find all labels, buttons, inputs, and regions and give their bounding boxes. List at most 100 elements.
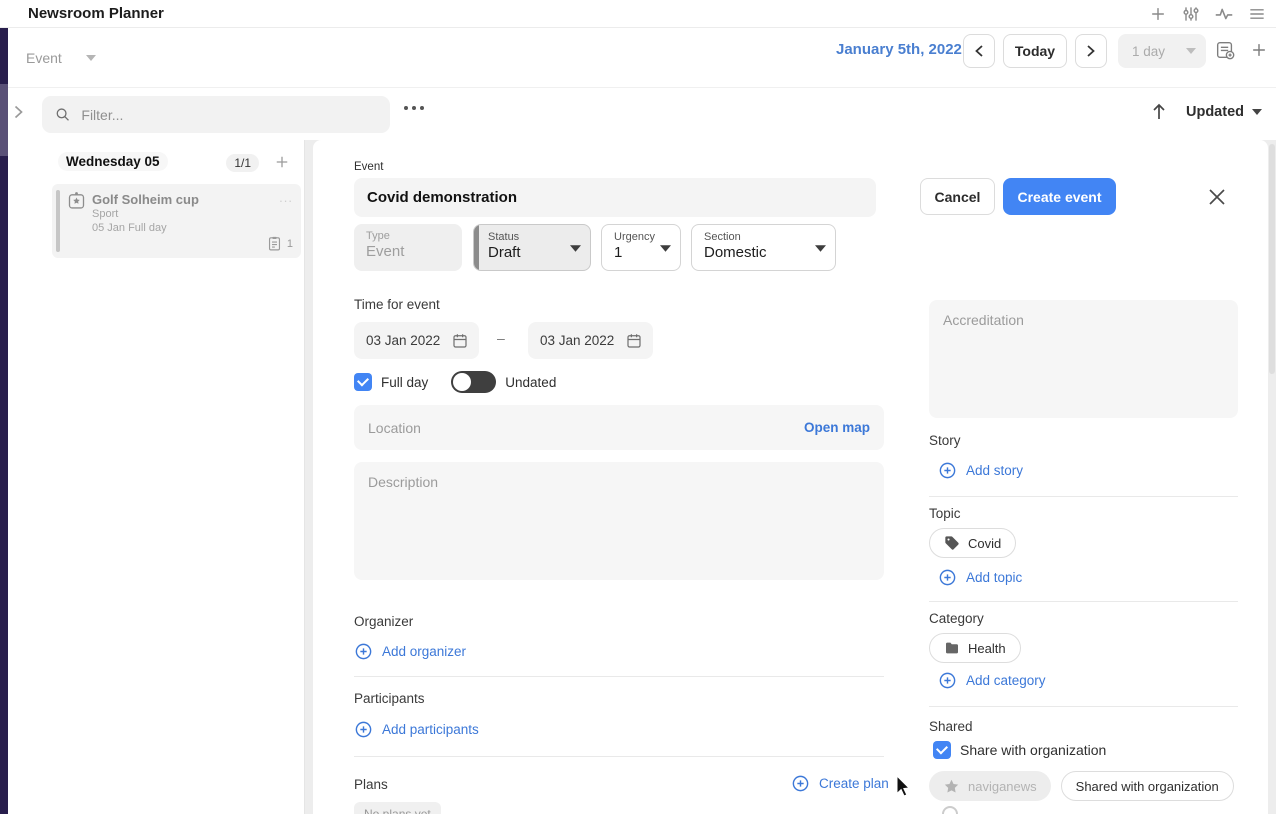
filters-sliders-icon[interactable] [1180,3,1202,25]
add-organizer-label: Add organizer [382,644,466,659]
add-story-link[interactable]: Add story [938,461,1023,480]
add-to-day-icon[interactable] [273,153,291,171]
description-textarea[interactable] [354,462,884,580]
section-select[interactable]: Section Domestic [691,224,836,271]
event-card-category: Sport [92,208,118,220]
circle-plus-icon [938,568,957,587]
expand-sidebar-icon[interactable] [14,105,23,119]
calendar-icon [451,332,469,350]
share-org-checkbox[interactable] [933,741,951,759]
shared-status-badge: Shared with organization [1061,771,1234,801]
open-map-link[interactable]: Open map [804,420,870,435]
start-date-value: 03 Jan 2022 [366,333,440,348]
current-date[interactable]: January 5th, 2022 [836,41,962,58]
create-plan-link[interactable]: Create plan [791,774,889,793]
add-participants-link[interactable]: Add participants [354,720,479,739]
topic-chip[interactable]: Covid [929,528,1016,558]
start-date-input[interactable]: 03 Jan 2022 [354,322,479,359]
filter-search-box[interactable] [42,96,390,133]
circle-plus-icon [938,461,957,480]
chevron-left-icon [975,45,983,57]
chevron-down-icon [86,55,96,61]
end-date-input[interactable]: 03 Jan 2022 [528,322,653,359]
content-area: Wednesday 05 1/1 Golf Solheim cup Sport … [8,140,1276,814]
top-bar: Newsroom Planner [0,0,1276,28]
add-category-label: Add category [966,673,1046,688]
category-chip-label: Health [968,641,1006,656]
app-title: Newsroom Planner [28,5,164,22]
circle-plus-icon [938,671,957,690]
create-event-button[interactable]: Create event [1003,178,1116,215]
add-organizer-link[interactable]: Add organizer [354,642,466,661]
no-plans-label: No plans yet [354,802,441,814]
star-icon [943,778,960,795]
chevron-down-icon [815,245,826,252]
add-story-label: Add story [966,463,1023,478]
end-date-value: 03 Jan 2022 [540,333,614,348]
event-star-icon [66,190,87,211]
page-scrollbar-thumb[interactable] [1269,144,1275,374]
location-input[interactable] [368,420,804,436]
activity-icon[interactable] [1213,3,1235,25]
event-title-input[interactable] [354,178,876,217]
filter-bar: Updated [8,89,1276,140]
event-card-menu-icon[interactable]: ... [279,190,293,205]
sort-by-select[interactable]: Updated [1186,104,1262,120]
form-type-label: Event [354,161,383,173]
full-day-checkbox[interactable] [354,373,372,391]
view-type-select[interactable]: Event [26,42,96,74]
event-card-accent [56,190,60,252]
sort-direction-icon[interactable] [1148,101,1170,123]
status-select-value: Draft [488,244,580,261]
plans-heading: Plans [354,777,388,792]
chevron-down-icon [570,245,581,252]
status-select[interactable]: Status Draft [473,224,591,271]
topic-heading: Topic [929,506,961,521]
prev-day-button[interactable] [963,34,995,68]
calendar-toolbar: Event January 5th, 2022 Today 1 day [8,28,1276,88]
add-event-icon[interactable] [1248,39,1270,61]
left-rail[interactable] [0,28,8,814]
sort-by-value: Updated [1186,104,1244,120]
add-icon[interactable] [1147,3,1169,25]
tag-icon [944,535,960,551]
event-card[interactable]: Golf Solheim cup Sport 05 Jan Full day .… [52,184,301,258]
type-select-value: Event [366,243,452,260]
section-select-value: Domestic [704,244,825,261]
page-scrollbar[interactable] [1268,140,1276,814]
mouse-cursor [896,775,914,797]
more-options-icon[interactable] [402,104,426,112]
cut-off-avatar [942,806,958,814]
share-org-label: Share with organization [960,742,1106,758]
range-select[interactable]: 1 day [1118,34,1206,68]
search-icon [54,105,71,124]
category-chip[interactable]: Health [929,633,1021,663]
add-topic-link[interactable]: Add topic [938,568,1022,587]
location-field[interactable]: Open map [354,405,884,450]
left-rail-thumb[interactable] [0,84,8,156]
plan-count: 1 [287,238,293,250]
event-form-panel: Event Cancel Create event Type Event Sta… [313,140,1268,814]
participants-heading: Participants [354,691,425,706]
chevron-down-icon [660,245,671,252]
undated-toggle[interactable] [451,371,496,393]
add-participants-label: Add participants [382,722,479,737]
close-icon[interactable] [1205,185,1229,209]
shared-status-label: Shared with organization [1076,779,1219,794]
story-heading: Story [929,433,961,448]
menu-icon[interactable] [1246,3,1268,25]
add-category-link[interactable]: Add category [938,671,1046,690]
range-value: 1 day [1132,44,1165,59]
schedule-add-icon[interactable] [1214,39,1236,61]
plan-count-icon [266,235,283,252]
urgency-select[interactable]: Urgency 1 [601,224,681,271]
filter-input[interactable] [81,107,378,123]
add-topic-label: Add topic [966,570,1022,585]
cancel-button[interactable]: Cancel [920,178,995,215]
chevron-down-icon [1186,48,1196,54]
chevron-down-icon [1252,109,1262,115]
today-button[interactable]: Today [1003,34,1067,68]
accreditation-textarea[interactable] [929,300,1238,418]
day-column: Wednesday 05 1/1 Golf Solheim cup Sport … [8,140,305,814]
next-day-button[interactable] [1075,34,1107,68]
